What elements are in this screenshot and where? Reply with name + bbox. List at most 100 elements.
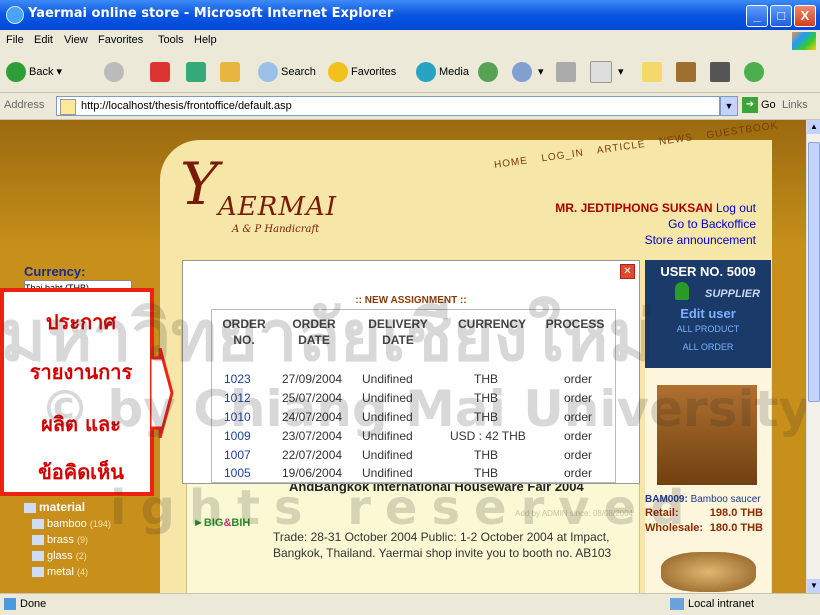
intranet-icon (670, 598, 684, 610)
menu-edit[interactable]: Edit (34, 34, 53, 46)
research-icon (676, 62, 696, 83)
order-number-link[interactable]: 1012 (224, 391, 251, 405)
annotation-arrow-icon (150, 348, 174, 438)
research-button[interactable] (676, 60, 699, 84)
annotation-callout: ประกาศ รายงานการ ผลิต และ ข้อคิดเห็น (0, 288, 174, 500)
new-assignment-popup: ✕ :: NEW ASSIGNMENT :: ORDER NO. ORDER D… (182, 260, 640, 484)
vertical-scrollbar[interactable]: ▲ ▼ (806, 120, 820, 593)
discuss-button[interactable] (642, 60, 665, 84)
popup-heading: :: NEW ASSIGNMENT :: (355, 295, 467, 306)
word-icon (590, 61, 612, 84)
process-cell[interactable]: order (564, 391, 592, 405)
currency-cell: USD : 42 THB (450, 429, 526, 443)
page-done-icon (4, 598, 16, 610)
order-number-link[interactable]: 1010 (224, 410, 251, 424)
stop-button[interactable] (150, 60, 173, 84)
backoffice-link[interactable]: Go to Backoffice (530, 216, 756, 232)
annotation-line: ข้อคิดเห็น (38, 460, 124, 484)
media-icon (416, 62, 436, 83)
print-button[interactable] (556, 60, 579, 84)
folder-icon (32, 567, 44, 578)
refresh-button[interactable] (186, 60, 209, 84)
category-item-brass[interactable]: brass (9) (32, 532, 158, 548)
category-item-bamboo[interactable]: bamboo (194) (32, 516, 158, 532)
scroll-down-icon[interactable]: ▼ (807, 579, 820, 593)
home-button[interactable] (220, 60, 243, 84)
annotation-box: ประกาศ รายงานการ ผลิต และ ข้อคิดเห็น (0, 288, 154, 496)
process-cell[interactable]: order (564, 372, 592, 386)
history-button[interactable] (478, 60, 501, 84)
scroll-thumb[interactable] (808, 142, 820, 402)
links-button[interactable]: Links (782, 99, 808, 111)
menu-tools[interactable]: Tools (158, 34, 184, 46)
edit-button[interactable]: ▾ (590, 60, 624, 84)
order-number-link[interactable]: 1007 (224, 448, 251, 462)
folder-icon (642, 62, 662, 83)
home-icon (220, 62, 240, 83)
product-image[interactable] (657, 385, 757, 485)
retail-price: Retail: 198.0 THB (645, 507, 763, 519)
process-cell[interactable]: order (564, 448, 592, 462)
go-button[interactable]: ➔ Go (742, 97, 776, 113)
delivery-date: Undifined (362, 466, 413, 480)
column-header-currency: CURRENCY (457, 317, 526, 331)
table-row: 1010 24/07/2004 Undifined THB order (212, 408, 615, 426)
maximize-button[interactable]: □ (770, 5, 792, 27)
back-button[interactable]: Back ▾ (6, 60, 62, 84)
product-image-2[interactable] (661, 552, 756, 592)
store-announcement-link[interactable]: Store announcement (530, 232, 756, 248)
messenger-button[interactable] (744, 60, 767, 84)
window-title-bar[interactable]: Yaermai online store - Microsoft Interne… (0, 0, 820, 30)
process-cell[interactable]: order (564, 429, 592, 443)
back-arrow-icon (6, 62, 26, 83)
delivery-date: Undifined (362, 410, 413, 424)
address-dropdown-button[interactable]: ▼ (720, 96, 738, 116)
search-button[interactable]: Search (258, 60, 316, 84)
site-logo-initial: Y (180, 150, 219, 218)
product-name[interactable]: BAM009: Bamboo saucer (645, 494, 771, 505)
category-material[interactable]: material (24, 500, 158, 514)
refresh-icon (186, 62, 206, 83)
user-name: MR. JEDTIPHONG SUKSAN (555, 201, 713, 215)
all-order-link[interactable]: ALL ORDER (645, 342, 771, 352)
order-number-link[interactable]: 1009 (224, 429, 251, 443)
annotation-line: ผลิต และ (41, 412, 121, 436)
favorites-button[interactable]: Favorites (328, 60, 396, 84)
category-item-metal[interactable]: metal (4) (32, 564, 158, 580)
category-item-glass[interactable]: glass (2) (32, 548, 158, 564)
delivery-date: Undifined (362, 372, 413, 386)
forward-button[interactable] (104, 60, 127, 84)
currency-label: Currency: (24, 264, 86, 279)
order-date: 24/07/2004 (282, 410, 343, 424)
site-logo-text: AERMAI (218, 192, 338, 222)
history-icon (478, 62, 498, 83)
all-product-link[interactable]: ALL PRODUCT (645, 324, 771, 334)
search-icon (258, 62, 278, 83)
scroll-up-icon[interactable]: ▲ (807, 120, 820, 134)
currency-cell: THB (474, 448, 498, 462)
order-date: 27/09/2004 (282, 372, 343, 386)
media-button[interactable]: Media (416, 60, 469, 84)
order-number-link[interactable]: 1023 (224, 372, 251, 386)
address-input[interactable]: http://localhost/thesis/frontoffice/defa… (56, 96, 720, 116)
close-button[interactable]: X (794, 5, 816, 27)
edit-user-link[interactable]: Edit user (645, 306, 771, 321)
minimize-button[interactable]: _ (746, 5, 768, 27)
column-header-process: PROCESS (545, 317, 605, 331)
menu-favorites[interactable]: Favorites (98, 34, 143, 46)
table-row: 1007 22/07/2004 Undifined THB order (212, 446, 615, 464)
process-cell[interactable]: order (564, 410, 592, 424)
menu-help[interactable]: Help (194, 34, 217, 46)
security-zone: Local intranet (688, 598, 755, 610)
menu-view[interactable]: View (64, 34, 88, 46)
process-cell[interactable]: order (564, 466, 592, 480)
address-url: http://localhost/thesis/frontoffice/defa… (81, 100, 292, 112)
go-arrow-icon: ➔ (742, 97, 758, 113)
calculator-button[interactable] (710, 60, 733, 84)
logout-link[interactable]: Log out (716, 201, 756, 215)
popup-close-icon[interactable]: ✕ (620, 264, 635, 279)
menu-file[interactable]: File (6, 34, 24, 46)
folder-icon (32, 519, 44, 530)
mail-button[interactable]: ▾ (512, 60, 544, 84)
order-number-link[interactable]: 1005 (224, 466, 251, 480)
